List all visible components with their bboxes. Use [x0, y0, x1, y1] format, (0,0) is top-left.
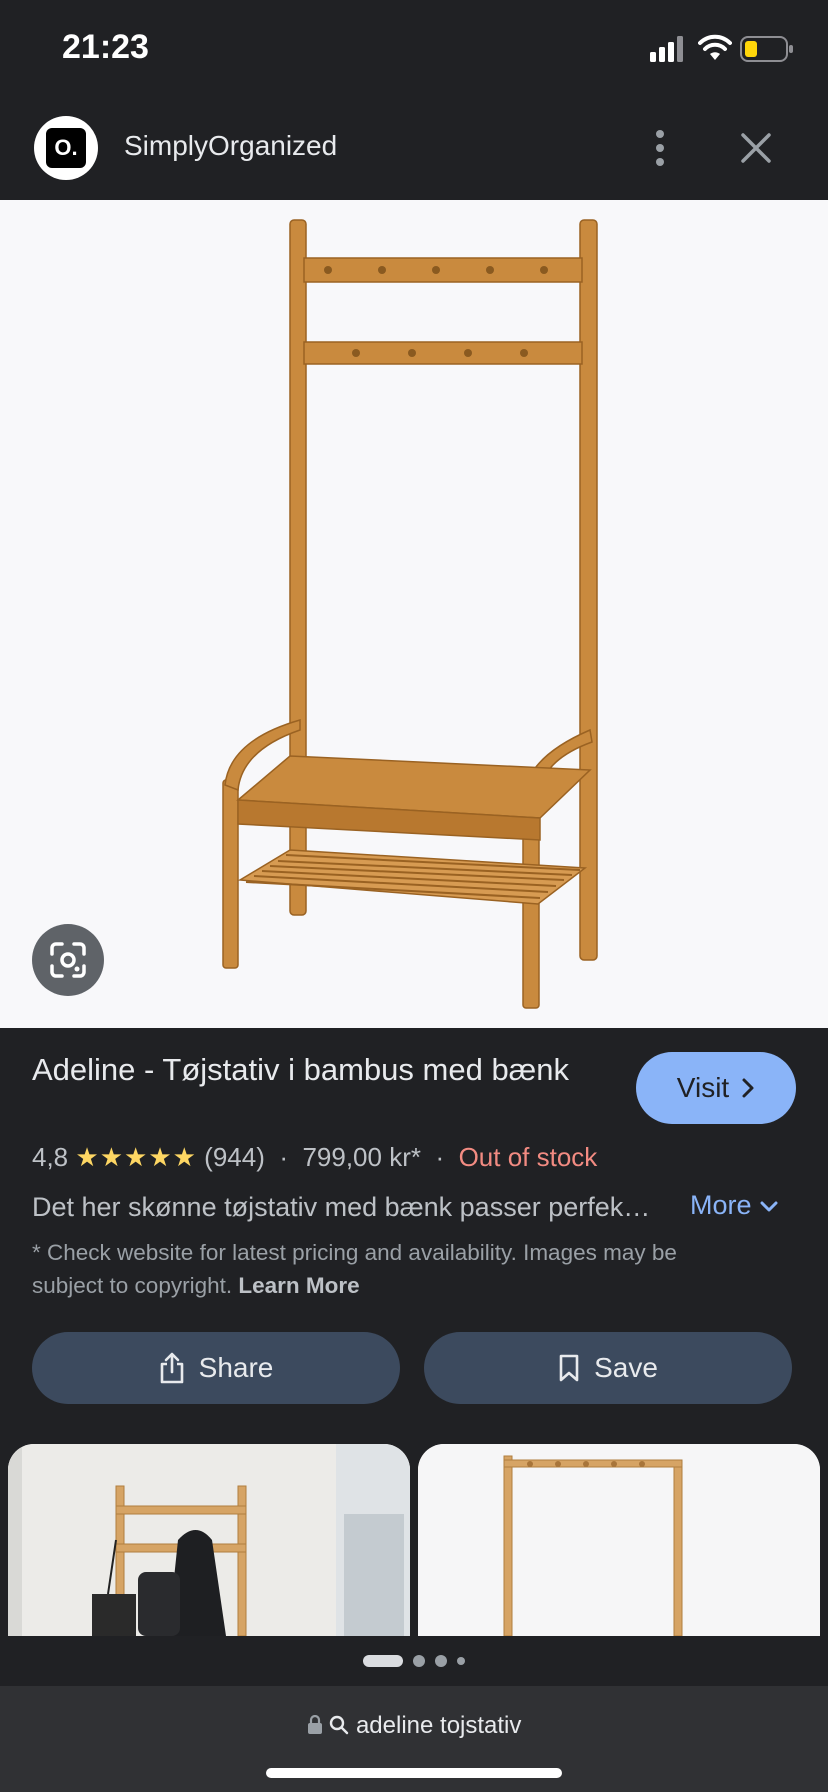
coat-rack-bench-illustration — [222, 219, 598, 1009]
page-dot — [435, 1655, 447, 1667]
site-logo[interactable]: O. — [34, 116, 98, 180]
save-label: Save — [594, 1352, 658, 1383]
address-bar[interactable]: adeline tojstativ — [0, 1686, 828, 1792]
product-description: Det her skønne tøjstativ med bænk passer… — [32, 1192, 651, 1222]
learn-more-link[interactable]: Learn More — [238, 1273, 359, 1298]
site-name[interactable]: SimplyOrganized — [124, 130, 337, 162]
chevron-down-icon — [760, 1201, 778, 1212]
cellular-signal-icon — [650, 36, 683, 62]
more-label: More — [690, 1190, 752, 1220]
product-title[interactable]: Adeline - Tøjstativ i bambus med bænk — [32, 1050, 592, 1090]
visit-label: Visit — [676, 1072, 730, 1103]
chevron-right-icon — [742, 1078, 754, 1098]
page-dot-active — [363, 1655, 403, 1667]
visit-button[interactable]: Visit — [636, 1052, 796, 1124]
related-image-thumbnail[interactable] — [418, 1444, 820, 1636]
price: 799,00 kr* — [302, 1142, 421, 1172]
address-field[interactable]: adeline tojstativ — [0, 1712, 828, 1740]
share-icon — [160, 1352, 183, 1384]
more-options-icon[interactable] — [650, 128, 670, 168]
product-image[interactable] — [0, 200, 828, 1028]
share-label: Share — [198, 1352, 274, 1383]
disclaimer: * Check website for latest pricing and a… — [32, 1236, 752, 1302]
logo-mark: O. — [46, 128, 86, 168]
page-dot — [457, 1657, 465, 1665]
separator: · — [279, 1142, 288, 1172]
page-dot — [413, 1655, 425, 1667]
share-button[interactable]: Share — [32, 1332, 400, 1404]
lens-icon — [50, 942, 86, 978]
google-lens-button[interactable] — [32, 924, 104, 996]
battery-icon — [740, 36, 793, 62]
clock: 21:23 — [62, 28, 149, 66]
room-scene-illustration — [8, 1444, 410, 1636]
separator: · — [435, 1142, 445, 1172]
more-button[interactable]: More — [690, 1190, 779, 1221]
stock-status: Out of stock — [458, 1142, 598, 1172]
home-indicator[interactable] — [266, 1768, 562, 1778]
pagination-indicator — [0, 1636, 828, 1686]
search-icon — [330, 1715, 349, 1735]
bookmark-icon — [559, 1354, 579, 1382]
search-query: adeline tojstativ — [355, 1712, 522, 1739]
review-count: (944) — [204, 1142, 265, 1172]
close-icon[interactable] — [740, 132, 772, 164]
clothes-rack-illustration — [418, 1444, 820, 1636]
status-bar: 21:23 — [0, 0, 828, 100]
lock-icon — [307, 1714, 322, 1734]
related-image-thumbnail[interactable] — [8, 1444, 410, 1636]
rating-value: 4,8 — [32, 1142, 69, 1172]
rating-row: 4,8 ★★★★★ (944) · 799,00 kr* · Out of st… — [32, 1142, 597, 1173]
wifi-icon — [698, 34, 732, 60]
save-button[interactable]: Save — [424, 1332, 792, 1404]
star-rating-icon: ★★★★★ — [75, 1142, 197, 1172]
